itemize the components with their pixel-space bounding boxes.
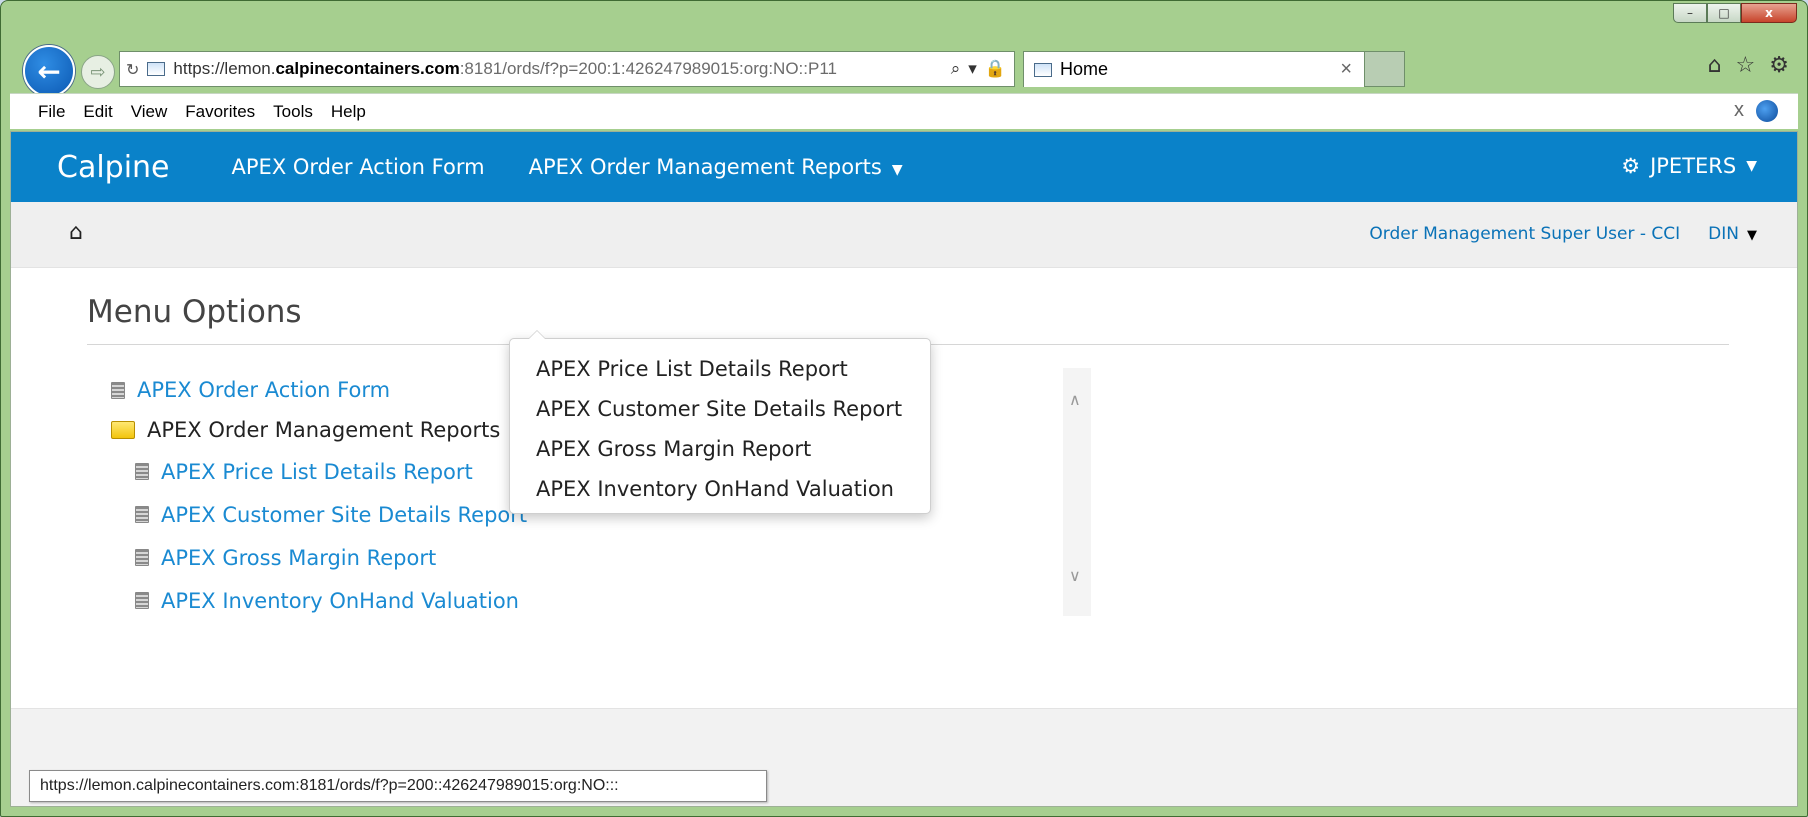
status-url-tooltip: https://lemon.calpinecontainers.com:8181… [29, 770, 767, 802]
nav-reports-label: APEX Order Management Reports [528, 155, 882, 179]
url-prefix: https://lemon. [173, 59, 276, 78]
user-name: JPETERS [1650, 154, 1737, 178]
document-icon [135, 463, 149, 480]
browser-right-icons: ⌂ ☆ ⚙ [1708, 53, 1789, 78]
language-label: DIN [1708, 224, 1739, 244]
language-selector[interactable]: DIN ▼ [1708, 224, 1757, 244]
page-icon [147, 62, 166, 76]
page-icon [1034, 62, 1052, 77]
dropdown-item-customer-site[interactable]: APEX Customer Site Details Report [536, 389, 930, 429]
page-content: Calpine APEX Order Action Form APEX Orde… [10, 131, 1798, 807]
brand-logo[interactable]: Calpine [57, 150, 170, 185]
menu-favorites[interactable]: Favorites [185, 102, 255, 122]
url-domain: calpinecontainers.com [275, 59, 460, 78]
tree-scrollbar[interactable]: ∧ ∨ [1063, 368, 1091, 616]
dropdown-arrow-icon[interactable]: ▾ [968, 59, 977, 79]
document-icon [111, 381, 125, 399]
address-bar[interactable]: ↻ https://lemon.calpinecontainers.com:81… [119, 51, 1015, 87]
tree-link[interactable]: APEX Customer Site Details Report [161, 503, 527, 527]
close-tab-icon[interactable]: × [1340, 58, 1364, 81]
nav-order-action-form[interactable]: APEX Order Action Form [232, 155, 485, 179]
minimize-button[interactable]: – [1673, 3, 1707, 23]
tab-title: Home [1060, 59, 1109, 79]
favorites-star-icon[interactable]: ☆ [1736, 53, 1756, 78]
page-title: Menu Options [87, 294, 302, 330]
tree-link[interactable]: APEX Inventory OnHand Valuation [161, 589, 519, 613]
caret-down-icon: ▼ [891, 162, 903, 178]
refresh-icon[interactable]: ↻ [126, 60, 139, 79]
app-navbar: Calpine APEX Order Action Form APEX Orde… [11, 132, 1797, 202]
gear-icon[interactable]: ⚙ [1769, 53, 1789, 78]
gear-icon: ⚙ [1621, 154, 1641, 178]
dropdown-item-gross-margin[interactable]: APEX Gross Margin Report [536, 429, 930, 469]
tree-item-gross-margin[interactable]: APEX Gross Margin Report [135, 536, 1061, 579]
address-url[interactable]: https://lemon.calpinecontainers.com:8181… [173, 59, 942, 79]
maximize-button[interactable]: □ [1707, 3, 1741, 23]
menu-edit[interactable]: Edit [83, 102, 112, 122]
home-icon[interactable]: ⌂ [69, 220, 83, 245]
home-icon[interactable]: ⌂ [1708, 53, 1722, 78]
url-suffix: :8181/ords/f?p=200:1:426247989015:org:NO… [459, 59, 837, 78]
folder-label: APEX Order Management Reports [147, 418, 501, 442]
tab-home[interactable]: Home × [1023, 51, 1365, 87]
globe-icon[interactable] [1756, 99, 1778, 122]
lock-icon[interactable]: 🔒 [985, 59, 1006, 79]
browser-window: – □ x ← ⇨ ↻ https://lemon.calpinecontain… [0, 0, 1808, 817]
folder-icon [111, 421, 135, 439]
close-icon[interactable]: x [1734, 99, 1744, 122]
dropdown-item-price-list[interactable]: APEX Price List Details Report [536, 349, 930, 389]
browser-nav-row: ← ⇨ ↻ https://lemon.calpinecontainers.co… [23, 45, 1797, 97]
user-menu[interactable]: ⚙ JPETERS ▼ [1621, 154, 1757, 178]
chevron-up-icon[interactable]: ∧ [1069, 390, 1081, 409]
nav-order-management-reports[interactable]: APEX Order Management Reports ▼ [529, 155, 903, 179]
breadcrumb: ⌂ Order Management Super User - CCI DIN ▼ [11, 202, 1797, 268]
menu-help[interactable]: Help [331, 102, 366, 122]
menu-file[interactable]: File [38, 102, 65, 122]
document-icon [135, 506, 149, 523]
dropdown-item-inventory[interactable]: APEX Inventory OnHand Valuation [536, 469, 930, 509]
document-icon [135, 592, 149, 609]
back-arrow-icon[interactable]: ← [23, 45, 75, 97]
caret-down-icon: ▼ [1747, 228, 1757, 243]
tree-link[interactable]: APEX Gross Margin Report [161, 546, 436, 570]
document-icon [135, 549, 149, 566]
reports-dropdown-menu: APEX Price List Details Report APEX Cust… [509, 330, 931, 514]
chevron-down-icon[interactable]: ∨ [1069, 566, 1081, 585]
forward-arrow-icon[interactable]: ⇨ [81, 55, 115, 89]
browser-menubar: File Edit View Favorites Tools Help x [10, 93, 1798, 129]
tree-link[interactable]: APEX Price List Details Report [161, 460, 473, 484]
new-tab-button[interactable] [1365, 51, 1405, 87]
window-controls: – □ x [1673, 3, 1797, 23]
tree-link[interactable]: APEX Order Action Form [137, 378, 390, 402]
caret-down-icon: ▼ [1746, 158, 1757, 174]
tree-item-inventory[interactable]: APEX Inventory OnHand Valuation [135, 579, 1061, 622]
menu-tools[interactable]: Tools [273, 102, 313, 122]
close-window-button[interactable]: x [1741, 3, 1797, 23]
menu-view[interactable]: View [131, 102, 168, 122]
search-icon[interactable]: ⌕ [951, 59, 961, 79]
role-link[interactable]: Order Management Super User - CCI [1369, 224, 1680, 244]
